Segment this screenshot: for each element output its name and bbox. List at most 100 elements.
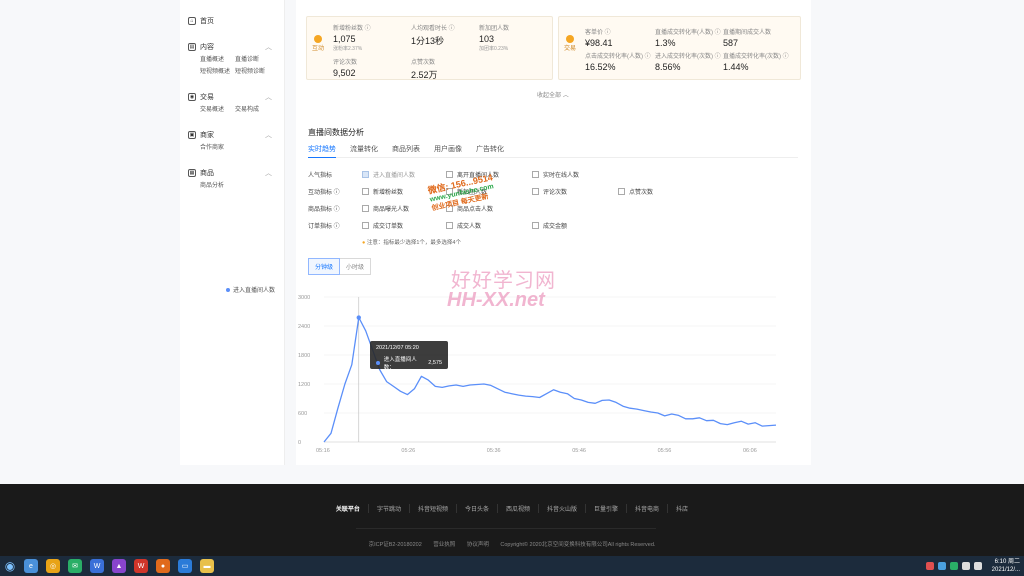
footer-link[interactable]: 抖音电商 (627, 504, 669, 513)
nav-head-merchant[interactable]: ▣ 商家 ︿ (180, 128, 284, 142)
peak-point (356, 315, 361, 320)
browser-icon[interactable]: e (24, 559, 38, 573)
checkbox-likes[interactable]: 点赞次数 (618, 187, 653, 196)
warning-icon: ● (362, 240, 366, 246)
y-tick-label: 1800 (298, 353, 310, 359)
trade-badge-icon (566, 35, 574, 43)
sidebar-item-live-overview[interactable]: 直播概述 (200, 54, 235, 66)
system-tray: 6:10 周二 2021/12/... (925, 556, 1020, 576)
start-button[interactable]: ◉ (0, 556, 20, 576)
tray-icon[interactable] (949, 562, 958, 570)
nav-head-trade[interactable]: ◉ 交易 ︿ (180, 90, 284, 104)
checkbox-icon[interactable] (362, 171, 369, 178)
interaction-card-label: 互动 (312, 35, 324, 53)
tab-realtime[interactable]: 实时趋势 (308, 144, 336, 158)
chevron-up-icon[interactable]: ︿ (265, 168, 272, 178)
footer-link[interactable]: 抖店 (668, 504, 696, 513)
folder-icon[interactable]: ▬ (200, 559, 214, 573)
sidebar-item-trade-composition[interactable]: 交易构成 (235, 104, 270, 116)
os-taskbar: ◉ e ◎ ✉ W ▲ W ● ▭ ▬ 6:10 周二 2021/12/... (0, 556, 1024, 576)
nav-head-goods[interactable]: ▦ 商品 ︿ (180, 166, 284, 180)
tab-ad-conversion[interactable]: 广告转化 (476, 144, 504, 158)
footer-link[interactable]: 西瓜视频 (498, 504, 539, 513)
metric-likes: 点赞次数 2.52万 (411, 60, 438, 80)
collapse-all-link[interactable]: 收起全部 ︿ (537, 90, 569, 99)
footer-link[interactable]: 字节跳动 (369, 504, 410, 513)
chart-tooltip: 2021/12/07 05:20 进入直播间人数： 2,575 (370, 341, 448, 371)
checkbox-icon[interactable] (362, 205, 369, 212)
nav-group-content: ▤ 内容 ︿ 直播概述 直播诊断 短视频概述 短视频诊断 (180, 40, 284, 78)
footer-link[interactable]: 抖音短视频 (410, 504, 457, 513)
sidebar-item-video-overview[interactable]: 短视频概述 (200, 66, 235, 78)
chevron-up-icon[interactable]: ︿ (265, 42, 272, 52)
sidebar-item-partner-merchant[interactable]: 合作商家 (200, 142, 235, 154)
analysis-tabs: 实时趋势 流量转化 商品列表 用户画像 广告转化 (308, 144, 798, 158)
agreement-link[interactable]: 协议声明 (467, 542, 489, 548)
x-tick-label: 05:26 (401, 448, 415, 454)
sidebar-item-goods-analysis[interactable]: 商品分析 (200, 180, 235, 192)
nav-label: 内容 (200, 44, 214, 51)
toggle-minute[interactable]: 分钟级 (308, 258, 341, 275)
section-title: 直播间数据分析 (308, 128, 364, 137)
metric-live-conv-times: 直播成交转化率(次数) ⓘ 1.44% (723, 54, 789, 72)
license-link[interactable]: 营业执照 (433, 542, 455, 548)
checkbox-orders[interactable]: 成交订单数 (362, 221, 403, 230)
trade-icon: ◉ (188, 93, 196, 101)
checkbox-icon[interactable] (446, 171, 453, 178)
checkbox-icon[interactable] (362, 188, 369, 195)
icp-link[interactable]: 京ICP证B2-20180202 (369, 542, 422, 548)
nav-group-home[interactable]: ⌂ 首页 (180, 14, 284, 28)
footer-copyright: 京ICP证B2-20180202 营业执照 协议声明 Copyright© 20… (0, 540, 1024, 548)
metric-new-fans: 新增粉丝数 ⓘ 1,075 涨粉率2.37% (333, 26, 371, 52)
checkbox-goods-exposure[interactable]: 商品曝光人数 (362, 204, 409, 213)
metric-avg-watch: 人均观看时长 ⓘ 1分13秒 (411, 26, 455, 46)
checkbox-enter-room[interactable]: 进入直播间人数 (362, 170, 415, 179)
checkbox-gmv[interactable]: 成交金额 (532, 221, 567, 230)
metric-new-group: 新加团人数 103 加团率0.23% (479, 26, 510, 52)
tab-traffic[interactable]: 流量转化 (350, 144, 378, 158)
sidebar-item-live-diagnosis[interactable]: 直播诊断 (235, 54, 270, 66)
app-icon[interactable]: ▲ (112, 559, 126, 573)
system-clock[interactable]: 6:10 周二 2021/12/... (992, 558, 1020, 574)
sidebar-item-trade-overview[interactable]: 交易概述 (200, 104, 235, 116)
nav-label: 首页 (200, 18, 214, 25)
docs-icon[interactable]: W (90, 559, 104, 573)
tab-user-profile[interactable]: 用户画像 (434, 144, 462, 158)
chevron-up-icon[interactable]: ︿ (265, 130, 272, 140)
footer-link[interactable]: 抖音火山版 (539, 504, 587, 513)
tray-icon[interactable] (925, 562, 934, 570)
wechat-icon[interactable]: ✉ (68, 559, 82, 573)
screen-icon[interactable]: ▭ (178, 559, 192, 573)
tooltip-value-row: 进入直播间人数： 2,575 (376, 355, 442, 371)
footer-link[interactable]: 今日头条 (457, 504, 498, 513)
chrome-icon[interactable]: ◎ (46, 559, 60, 573)
nav-head-home[interactable]: ⌂ 首页 (180, 14, 284, 28)
tooltip-time: 2021/12/07 05:20 (376, 345, 419, 351)
legend-dot-icon (226, 287, 230, 292)
checkbox-icon[interactable] (618, 188, 625, 195)
filter-category: 商品指标 ⓘ (308, 207, 340, 213)
tab-goods-list[interactable]: 商品列表 (392, 144, 420, 158)
metric-enter-conv: 进入成交转化率(次数) ⓘ 8.56% (655, 54, 721, 72)
nav-head-content[interactable]: ▤ 内容 ︿ (180, 40, 284, 54)
checkbox-icon[interactable] (532, 222, 539, 229)
granularity-toggle: 分钟级 小时级 (308, 258, 372, 275)
filter-row-orders: 订单指标 ⓘ 成交订单数 成交人数 成交金额 (308, 221, 798, 238)
sidebar-item-video-diagnosis[interactable]: 短视频诊断 (235, 66, 270, 78)
interaction-card: 互动 新增粉丝数 ⓘ 1,075 涨粉率2.37% 人均观看时长 ⓘ 1分13秒… (306, 16, 553, 80)
tray-icon[interactable] (937, 562, 946, 570)
series-line (323, 316, 777, 443)
sidebar: ⌂ 首页 ▤ 内容 ︿ 直播概述 直播诊断 短视频概述 短视频诊断 ◉ 交易 ︿ (180, 0, 285, 465)
network-icon[interactable] (973, 562, 982, 570)
filter-category: 互动指标 ⓘ (308, 190, 340, 196)
volume-icon[interactable] (961, 562, 970, 570)
chevron-up-icon[interactable]: ︿ (265, 92, 272, 102)
checkbox-new-fans[interactable]: 新增粉丝数 (362, 187, 403, 196)
site-watermark-url: HH-XX.net (447, 289, 545, 311)
checkbox-icon[interactable] (362, 222, 369, 229)
toggle-hour[interactable]: 小时级 (340, 258, 372, 275)
wps-icon[interactable]: W (134, 559, 148, 573)
media-icon[interactable]: ● (156, 559, 170, 573)
footer-link[interactable]: 巨量引擎 (586, 504, 628, 513)
chart-legend[interactable]: 进入直播间人数 (226, 285, 275, 294)
